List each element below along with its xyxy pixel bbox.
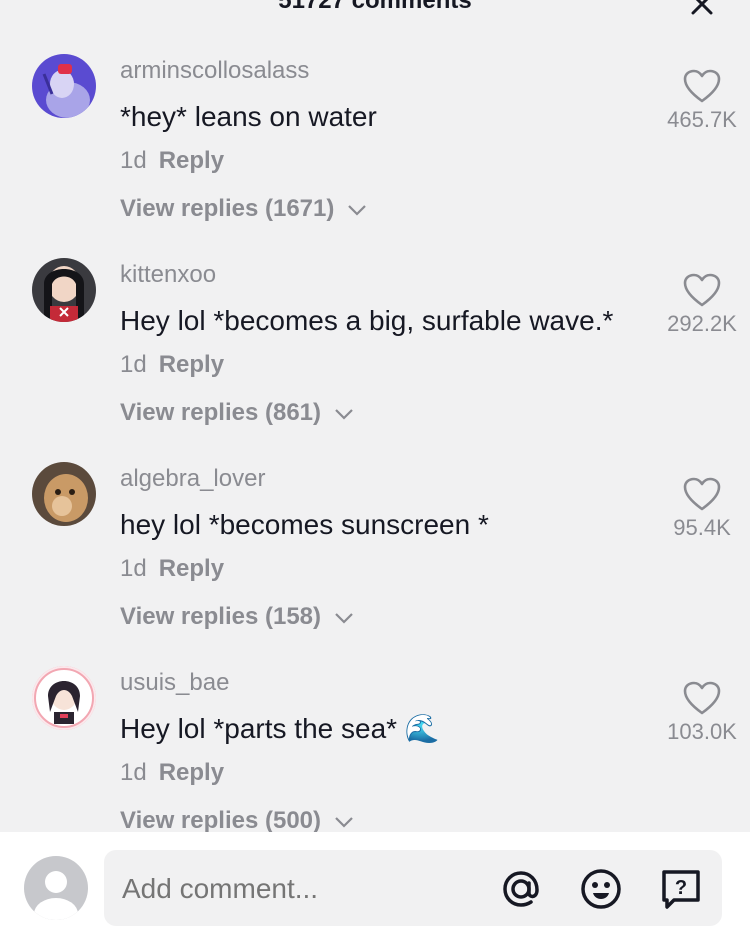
reply-button[interactable]: Reply <box>159 555 224 582</box>
reply-button[interactable]: Reply <box>159 759 224 786</box>
comment-text: *hey* leans on water <box>120 101 377 132</box>
comment-input-bar: ? <box>0 832 750 938</box>
chevron-down-icon <box>348 204 366 216</box>
comment-item: kittenxoo Hey lol *becomes a big, surfab… <box>0 258 750 458</box>
like-button[interactable]: 103.0K <box>657 680 747 746</box>
svg-text:?: ? <box>675 877 687 899</box>
comment-input[interactable] <box>122 872 482 906</box>
question-sticker-icon[interactable]: ? <box>658 866 704 912</box>
chevron-down-icon <box>334 612 353 624</box>
comment-item: algebra_lover hey lol *becomes sunscreen… <box>0 462 750 662</box>
comment-time: 1d <box>120 555 147 582</box>
view-replies-button[interactable]: View replies (861) <box>120 398 354 428</box>
comment-text: Hey lol *becomes a big, surfable wave.* <box>120 305 614 336</box>
like-button[interactable]: 465.7K <box>657 68 747 134</box>
view-replies-label: View replies (500) <box>120 807 321 834</box>
view-replies-button[interactable]: View replies (158) <box>120 602 354 632</box>
like-button[interactable]: 292.2K <box>657 272 747 338</box>
emoji-icon[interactable] <box>578 866 624 912</box>
comment-count-title: 51727 comments <box>278 0 472 14</box>
chevron-down-icon <box>334 408 353 420</box>
comment-username[interactable]: usuis_bae <box>120 668 229 698</box>
comment-time: 1d <box>120 759 147 786</box>
view-replies-button[interactable]: View replies (1671) <box>120 194 367 224</box>
view-replies-label: View replies (861) <box>120 399 321 426</box>
comment-username[interactable]: kittenxoo <box>120 260 216 290</box>
avatar[interactable] <box>32 258 96 322</box>
reply-button[interactable]: Reply <box>159 351 224 378</box>
comment-item: arminscollosalass *hey* leans on water 1… <box>0 54 750 254</box>
comment-meta: 1d Reply <box>120 146 224 176</box>
heart-icon[interactable] <box>682 272 722 308</box>
like-count: 103.0K <box>667 719 737 744</box>
like-count: 465.7K <box>667 107 737 132</box>
heart-icon[interactable] <box>682 476 722 512</box>
like-button[interactable]: 95.4K <box>657 476 747 542</box>
comment-text: Hey lol *parts the sea* 🌊 <box>120 713 440 744</box>
comment-username[interactable]: algebra_lover <box>120 464 265 494</box>
reply-button[interactable]: Reply <box>159 147 224 174</box>
comment-meta: 1d Reply <box>120 350 224 380</box>
comment-meta: 1d Reply <box>120 554 224 584</box>
comment-meta: 1d Reply <box>120 758 224 788</box>
avatar[interactable] <box>32 462 96 526</box>
chevron-down-icon <box>334 816 353 828</box>
user-avatar[interactable] <box>24 856 88 920</box>
comment-text: hey lol *becomes sunscreen * <box>120 509 489 540</box>
like-count: 292.2K <box>667 311 737 336</box>
comment-time: 1d <box>120 147 147 174</box>
view-replies-label: View replies (1671) <box>120 195 335 222</box>
at-icon[interactable] <box>498 866 544 912</box>
comment-username[interactable]: arminscollosalass <box>120 56 309 86</box>
comment-input-box[interactable]: ? <box>104 850 722 926</box>
heart-icon[interactable] <box>682 680 722 716</box>
view-replies-label: View replies (158) <box>120 603 321 630</box>
like-count: 95.4K <box>673 515 731 540</box>
avatar[interactable] <box>32 54 96 118</box>
heart-icon[interactable] <box>682 68 722 104</box>
close-icon[interactable] <box>688 0 716 20</box>
comment-time: 1d <box>120 351 147 378</box>
avatar[interactable] <box>32 666 96 730</box>
comments-header: 51727 comments <box>0 0 750 24</box>
